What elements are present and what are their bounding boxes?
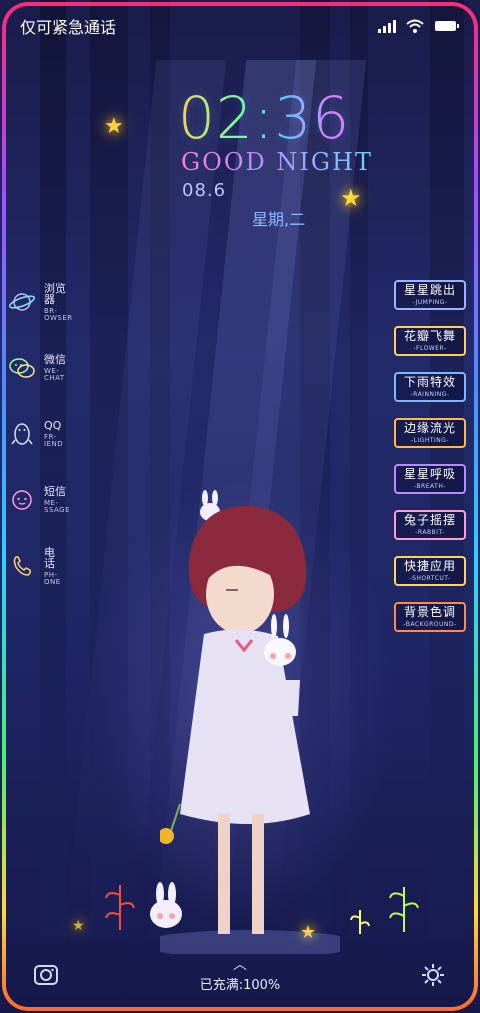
date-text: 08.6	[182, 180, 227, 201]
plant-decoration	[350, 910, 370, 934]
message-icon	[8, 484, 36, 516]
star-icon: ★	[104, 114, 124, 139]
clock-time: 02:36	[178, 84, 351, 152]
background-tree	[40, 0, 66, 940]
weekday-text: 星期,二	[252, 210, 306, 229]
status-bar: 仅可紧急通话	[20, 14, 460, 38]
app-message[interactable]: 短信 ME-SSAGE	[8, 480, 74, 520]
app-sublabel: ME-SSAGE	[44, 499, 71, 514]
wifi-icon	[406, 19, 424, 33]
plant-decoration	[105, 885, 135, 930]
app-sublabel: PH-ONE	[44, 570, 61, 586]
app-label: QQ	[44, 419, 62, 432]
star-breath-button[interactable]: 星星呼吸 -BREATH-	[394, 464, 466, 494]
app-label: 短信	[44, 485, 66, 498]
app-sublabel: WE-CHAT	[44, 367, 65, 382]
background-tone-button[interactable]: 背景色调 -BACKGROUND-	[394, 602, 466, 632]
penguin-icon	[8, 418, 36, 450]
charge-status: 已充满:100%	[199, 978, 281, 993]
planet-icon	[8, 286, 36, 318]
edge-lighting-button[interactable]: 边缘流光 -LIGHTING-	[394, 418, 466, 448]
shortcut-apps-button[interactable]: 快捷应用 -SHORTCUT-	[394, 556, 466, 586]
app-wechat[interactable]: 微信 WE-CHAT	[8, 348, 69, 388]
star-icon: ★	[340, 184, 362, 212]
app-sublabel: BR-OWSER	[44, 306, 73, 322]
rabbit-figure	[150, 882, 182, 928]
wechat-icon	[8, 352, 36, 384]
app-browser[interactable]: 浏览器 BR-OWSER	[8, 282, 77, 322]
app-qq[interactable]: QQ FR-IEND	[8, 414, 67, 454]
app-label: 浏览器	[44, 281, 66, 306]
flower-petals-button[interactable]: 花瓣飞舞 -FLOWER-	[394, 326, 466, 356]
app-label: 电话	[44, 545, 55, 570]
app-sublabel: FR-IEND	[44, 433, 64, 448]
signal-icon	[378, 20, 396, 33]
gear-icon[interactable]	[420, 962, 446, 988]
app-label: 微信	[44, 353, 66, 366]
rain-effect-button[interactable]: 下雨特效 -RAINNING-	[394, 372, 466, 402]
chevron-up-icon[interactable]: ︿	[0, 958, 480, 972]
carrier-text: 仅可紧急通话	[20, 18, 117, 37]
greeting-text: GOOD NIGHT	[181, 148, 373, 176]
lock-screen: 仅可紧急通话 02:36 GOOD NIGHT 08.6 星期,二 ★ ★ ★ …	[0, 0, 480, 1013]
app-phone[interactable]: 电话 PH-ONE	[8, 546, 65, 586]
plant-decoration	[389, 887, 419, 932]
battery-icon	[435, 21, 459, 31]
jumping-stars-button[interactable]: 星星跳出 -JUMPING-	[394, 280, 466, 310]
phone-icon	[8, 550, 36, 582]
rabbit-swing-button[interactable]: 兔子摇摆 -RABBIT-	[394, 510, 466, 540]
star-icon: ★	[72, 918, 85, 934]
